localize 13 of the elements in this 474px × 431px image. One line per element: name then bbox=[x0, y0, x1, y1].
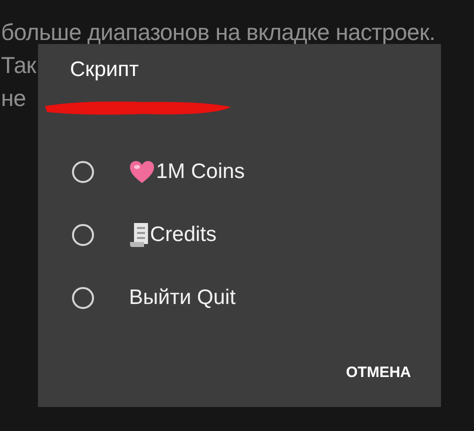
document-icon bbox=[129, 222, 149, 248]
background-text: Так bbox=[1, 51, 36, 80]
background-text: больше диапазонов на вкладке настроек. bbox=[1, 18, 436, 47]
option-label[interactable]: 1M Coins bbox=[156, 160, 245, 184]
dialog-title: Скрипт bbox=[70, 58, 139, 82]
radio-button[interactable] bbox=[72, 160, 94, 182]
cancel-button[interactable]: ОТМЕНА bbox=[334, 356, 423, 389]
radio-button[interactable] bbox=[72, 286, 94, 308]
option-label[interactable]: Credits bbox=[150, 222, 217, 246]
background-text: не bbox=[1, 84, 26, 113]
radio-button[interactable] bbox=[72, 224, 94, 246]
heart-icon bbox=[129, 160, 155, 184]
option-label[interactable]: Выйти Quit bbox=[129, 286, 236, 310]
